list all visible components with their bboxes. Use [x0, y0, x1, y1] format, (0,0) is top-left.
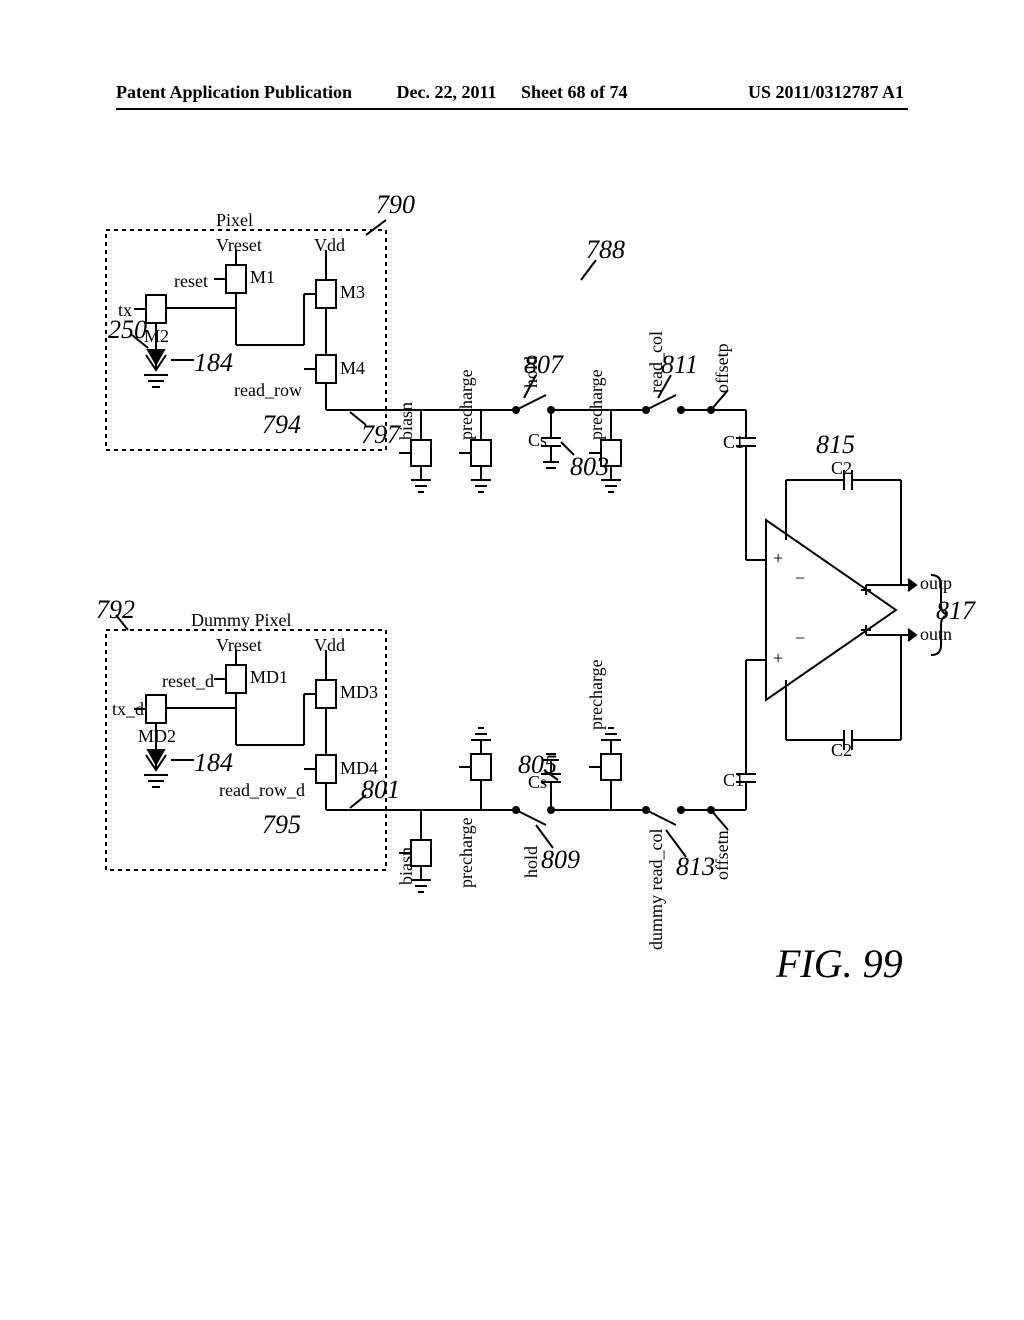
- ref-184b: 184: [194, 748, 233, 778]
- ref-813: 813: [676, 852, 715, 882]
- ref-794: 794: [262, 410, 301, 440]
- precharge-top1: precharge: [456, 369, 477, 440]
- dummy-title: Dummy Pixel: [191, 610, 292, 631]
- offsetp: offsetp: [712, 343, 733, 393]
- amp-minus-top: −: [795, 568, 805, 589]
- figure-area: 790 788 250 184 797 794 792 184 795 801 …: [86, 180, 946, 1180]
- ref-797: 797: [361, 420, 400, 450]
- ref-795: 795: [262, 810, 301, 840]
- pixel-readrow: read_row: [234, 380, 302, 401]
- dummy-md2: MD2: [138, 726, 176, 747]
- ref-790: 790: [376, 190, 415, 220]
- hold-bot: hold: [521, 846, 542, 878]
- dummy-vreset: Vreset: [216, 635, 262, 656]
- dummy-md3: MD3: [340, 682, 378, 703]
- c2-bot: C2: [831, 740, 852, 761]
- pixel-tx: tx: [118, 300, 132, 321]
- amp-plus-bot: +: [773, 648, 783, 669]
- header-date: Dec. 22, 2011: [397, 82, 497, 102]
- pixel-m3: M3: [340, 282, 365, 303]
- pixel-title: Pixel: [216, 210, 253, 231]
- pixel-vdd: Vdd: [314, 235, 345, 256]
- dummy-txd: tx_d: [112, 699, 144, 720]
- page: Patent Application Publication Dec. 22, …: [0, 0, 1024, 1320]
- precharge-top2: precharge: [586, 369, 607, 440]
- ref-815: 815: [816, 430, 855, 460]
- outn: outn: [920, 624, 952, 645]
- ref-184a: 184: [194, 348, 233, 378]
- c1-top: C1: [723, 432, 744, 453]
- ref-809: 809: [541, 845, 580, 875]
- pixel-m4: M4: [340, 358, 365, 379]
- dummy-md4: MD4: [340, 758, 378, 779]
- pixel-m1: M1: [250, 267, 275, 288]
- cs-bot: Cs: [528, 772, 547, 793]
- dummy-md1: MD1: [250, 667, 288, 688]
- hold-top: hold: [521, 356, 542, 388]
- ref-817: 817: [936, 596, 975, 626]
- ref-788: 788: [586, 235, 625, 265]
- pixel-reset: reset: [174, 271, 208, 292]
- dummy-read-col: dummy read_col: [646, 829, 667, 950]
- c2-top: C2: [831, 458, 852, 479]
- dummy-resetd: reset_d: [162, 671, 214, 692]
- read-col: read_col: [646, 331, 667, 393]
- ref-803: 803: [570, 452, 609, 482]
- precharge-bot2: precharge: [586, 659, 607, 730]
- pixel-m2: M2: [144, 326, 169, 347]
- precharge-bot1: precharge: [456, 817, 477, 888]
- cs-top: Cs: [528, 430, 547, 451]
- header-rule: [116, 108, 908, 110]
- dummy-readrowd: read_row_d: [219, 780, 305, 801]
- biasn-bot: biasn: [396, 847, 417, 885]
- amp-plus-top: +: [773, 548, 783, 569]
- header-pubno: US 2011/0312787 A1: [748, 82, 904, 103]
- offsetn: offsetn: [712, 830, 733, 880]
- outp: outp: [920, 573, 952, 594]
- ref-792: 792: [96, 595, 135, 625]
- schematic-svg: [86, 180, 946, 1180]
- c1-bot: C1: [723, 770, 744, 791]
- pixel-vreset: Vreset: [216, 235, 262, 256]
- ref-801: 801: [361, 775, 400, 805]
- amp-minus-bot: −: [795, 628, 805, 649]
- biasn-top: biasn: [396, 402, 417, 440]
- dummy-vdd: Vdd: [314, 635, 345, 656]
- figure-number: FIG. 99: [776, 940, 903, 987]
- header-sheet: Sheet 68 of 74: [521, 82, 628, 102]
